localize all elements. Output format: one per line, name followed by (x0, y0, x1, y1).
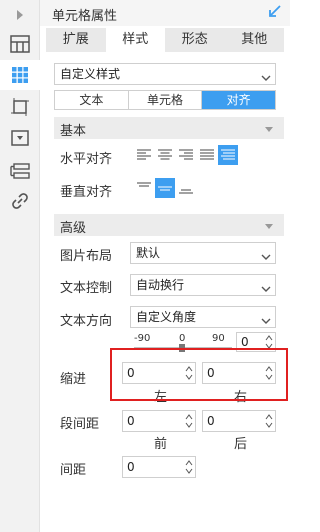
tab-shape[interactable]: 形态 (165, 28, 225, 52)
align-bottom-icon[interactable] (176, 178, 196, 198)
subtab-cell[interactable]: 单元格 (129, 91, 203, 109)
sub-tabs: 文本 单元格 对齐 (54, 90, 276, 110)
h-align-group (134, 145, 239, 165)
paragraph-before-input[interactable]: 0 (122, 410, 196, 432)
image-layout-label: 图片布局 (60, 249, 113, 264)
angle-value: 0 (241, 335, 249, 349)
main-tabs: 扩展 样式 形态 其他 (46, 28, 284, 52)
chevron-down-icon (264, 220, 274, 234)
align-middle-icon[interactable] (155, 178, 175, 198)
section-advanced[interactable]: 高级 (54, 214, 284, 236)
image-layout-value: 默认 (136, 246, 161, 260)
chevron-down-icon (261, 280, 271, 292)
highlight-box (110, 348, 288, 401)
angle-tick-max: 90 (212, 333, 225, 344)
align-distributed-icon[interactable] (218, 145, 238, 165)
chevron-down-icon (261, 69, 271, 81)
section-basic-label: 基本 (60, 124, 87, 139)
v-align-label: 垂直对齐 (60, 185, 113, 200)
widget-icon[interactable] (9, 127, 31, 149)
tab-expand[interactable]: 扩展 (46, 28, 106, 52)
stepper-icon[interactable] (184, 412, 194, 430)
angle-tick-min: -90 (134, 333, 151, 344)
chevron-down-icon (261, 312, 271, 324)
link-icon[interactable] (9, 190, 31, 212)
tab-style[interactable]: 样式 (105, 28, 165, 52)
chevron-down-icon (264, 123, 274, 137)
cell-icon[interactable] (0, 60, 40, 90)
align-justify-icon[interactable] (197, 145, 217, 165)
stepper-icon[interactable] (264, 412, 274, 430)
chevron-right-icon[interactable] (9, 4, 31, 26)
paragraph-spacing-label: 段间距 (60, 417, 100, 432)
pin-icon[interactable] (268, 4, 282, 21)
style-select-value: 自定义样式 (60, 67, 121, 81)
subtab-text[interactable]: 文本 (55, 91, 129, 109)
v-align-group (134, 178, 197, 198)
tab-other[interactable]: 其他 (225, 28, 285, 52)
paragraph-before-value: 0 (127, 414, 135, 428)
align-right-icon[interactable] (176, 145, 196, 165)
paragraph-after-caption: 后 (234, 437, 248, 452)
section-advanced-label: 高级 (60, 221, 87, 236)
paragraph-after-value: 0 (207, 414, 215, 428)
text-control-select[interactable]: 自动换行 (130, 274, 276, 296)
text-direction-value: 自定义角度 (136, 310, 197, 324)
panel-header: 单元格属性 (40, 0, 290, 26)
chevron-down-icon (261, 248, 271, 260)
indent-label: 缩进 (60, 372, 87, 387)
h-align-label: 水平对齐 (60, 152, 113, 167)
paragraph-after-input[interactable]: 0 (202, 410, 276, 432)
angle-tick-mid: 0 (179, 333, 186, 344)
subtab-align[interactable]: 对齐 (202, 91, 276, 109)
align-center-icon[interactable] (155, 145, 175, 165)
line-spacing-label: 间距 (60, 463, 87, 478)
text-direction-label: 文本方向 (60, 314, 113, 329)
image-layout-select[interactable]: 默认 (130, 242, 276, 264)
text-control-value: 自动换行 (136, 278, 185, 292)
text-direction-select[interactable]: 自定义角度 (130, 306, 276, 328)
align-top-icon[interactable] (134, 178, 154, 198)
line-spacing-value: 0 (127, 460, 135, 474)
line-spacing-input[interactable]: 0 (122, 456, 196, 478)
stepper-icon[interactable] (184, 458, 194, 476)
icon-rail (0, 0, 40, 532)
style-select[interactable]: 自定义样式 (54, 63, 276, 85)
condition-icon[interactable] (9, 160, 31, 182)
grid-icon[interactable] (9, 33, 31, 55)
paragraph-before-caption: 前 (154, 437, 168, 452)
panel-title: 单元格属性 (52, 9, 118, 24)
section-basic[interactable]: 基本 (54, 117, 284, 139)
text-control-label: 文本控制 (60, 281, 113, 296)
border-icon[interactable] (9, 96, 31, 118)
align-left-icon[interactable] (134, 145, 154, 165)
